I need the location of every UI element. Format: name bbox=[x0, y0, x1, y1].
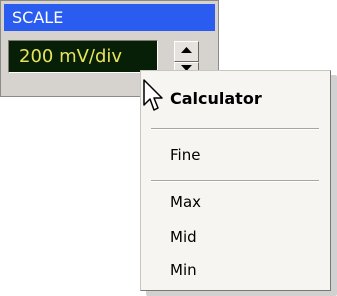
arrow-up-icon bbox=[181, 47, 192, 53]
menu-item-min[interactable]: Min bbox=[170, 261, 197, 279]
menu-item-mid[interactable]: Mid bbox=[170, 228, 197, 246]
mouse-pointer-icon bbox=[143, 79, 163, 111]
scale-title: SCALE bbox=[4, 4, 215, 31]
context-menu: Calculator Fine Max Mid Min bbox=[140, 70, 331, 291]
menu-item-max[interactable]: Max bbox=[170, 193, 201, 211]
scale-value-display[interactable]: 200 mV/div bbox=[8, 40, 158, 73]
menu-item-calculator[interactable]: Calculator bbox=[170, 89, 262, 108]
scale-increment-button[interactable] bbox=[174, 41, 199, 62]
menu-item-fine[interactable]: Fine bbox=[170, 146, 200, 164]
menu-separator bbox=[151, 180, 319, 182]
menu-separator bbox=[151, 128, 319, 130]
